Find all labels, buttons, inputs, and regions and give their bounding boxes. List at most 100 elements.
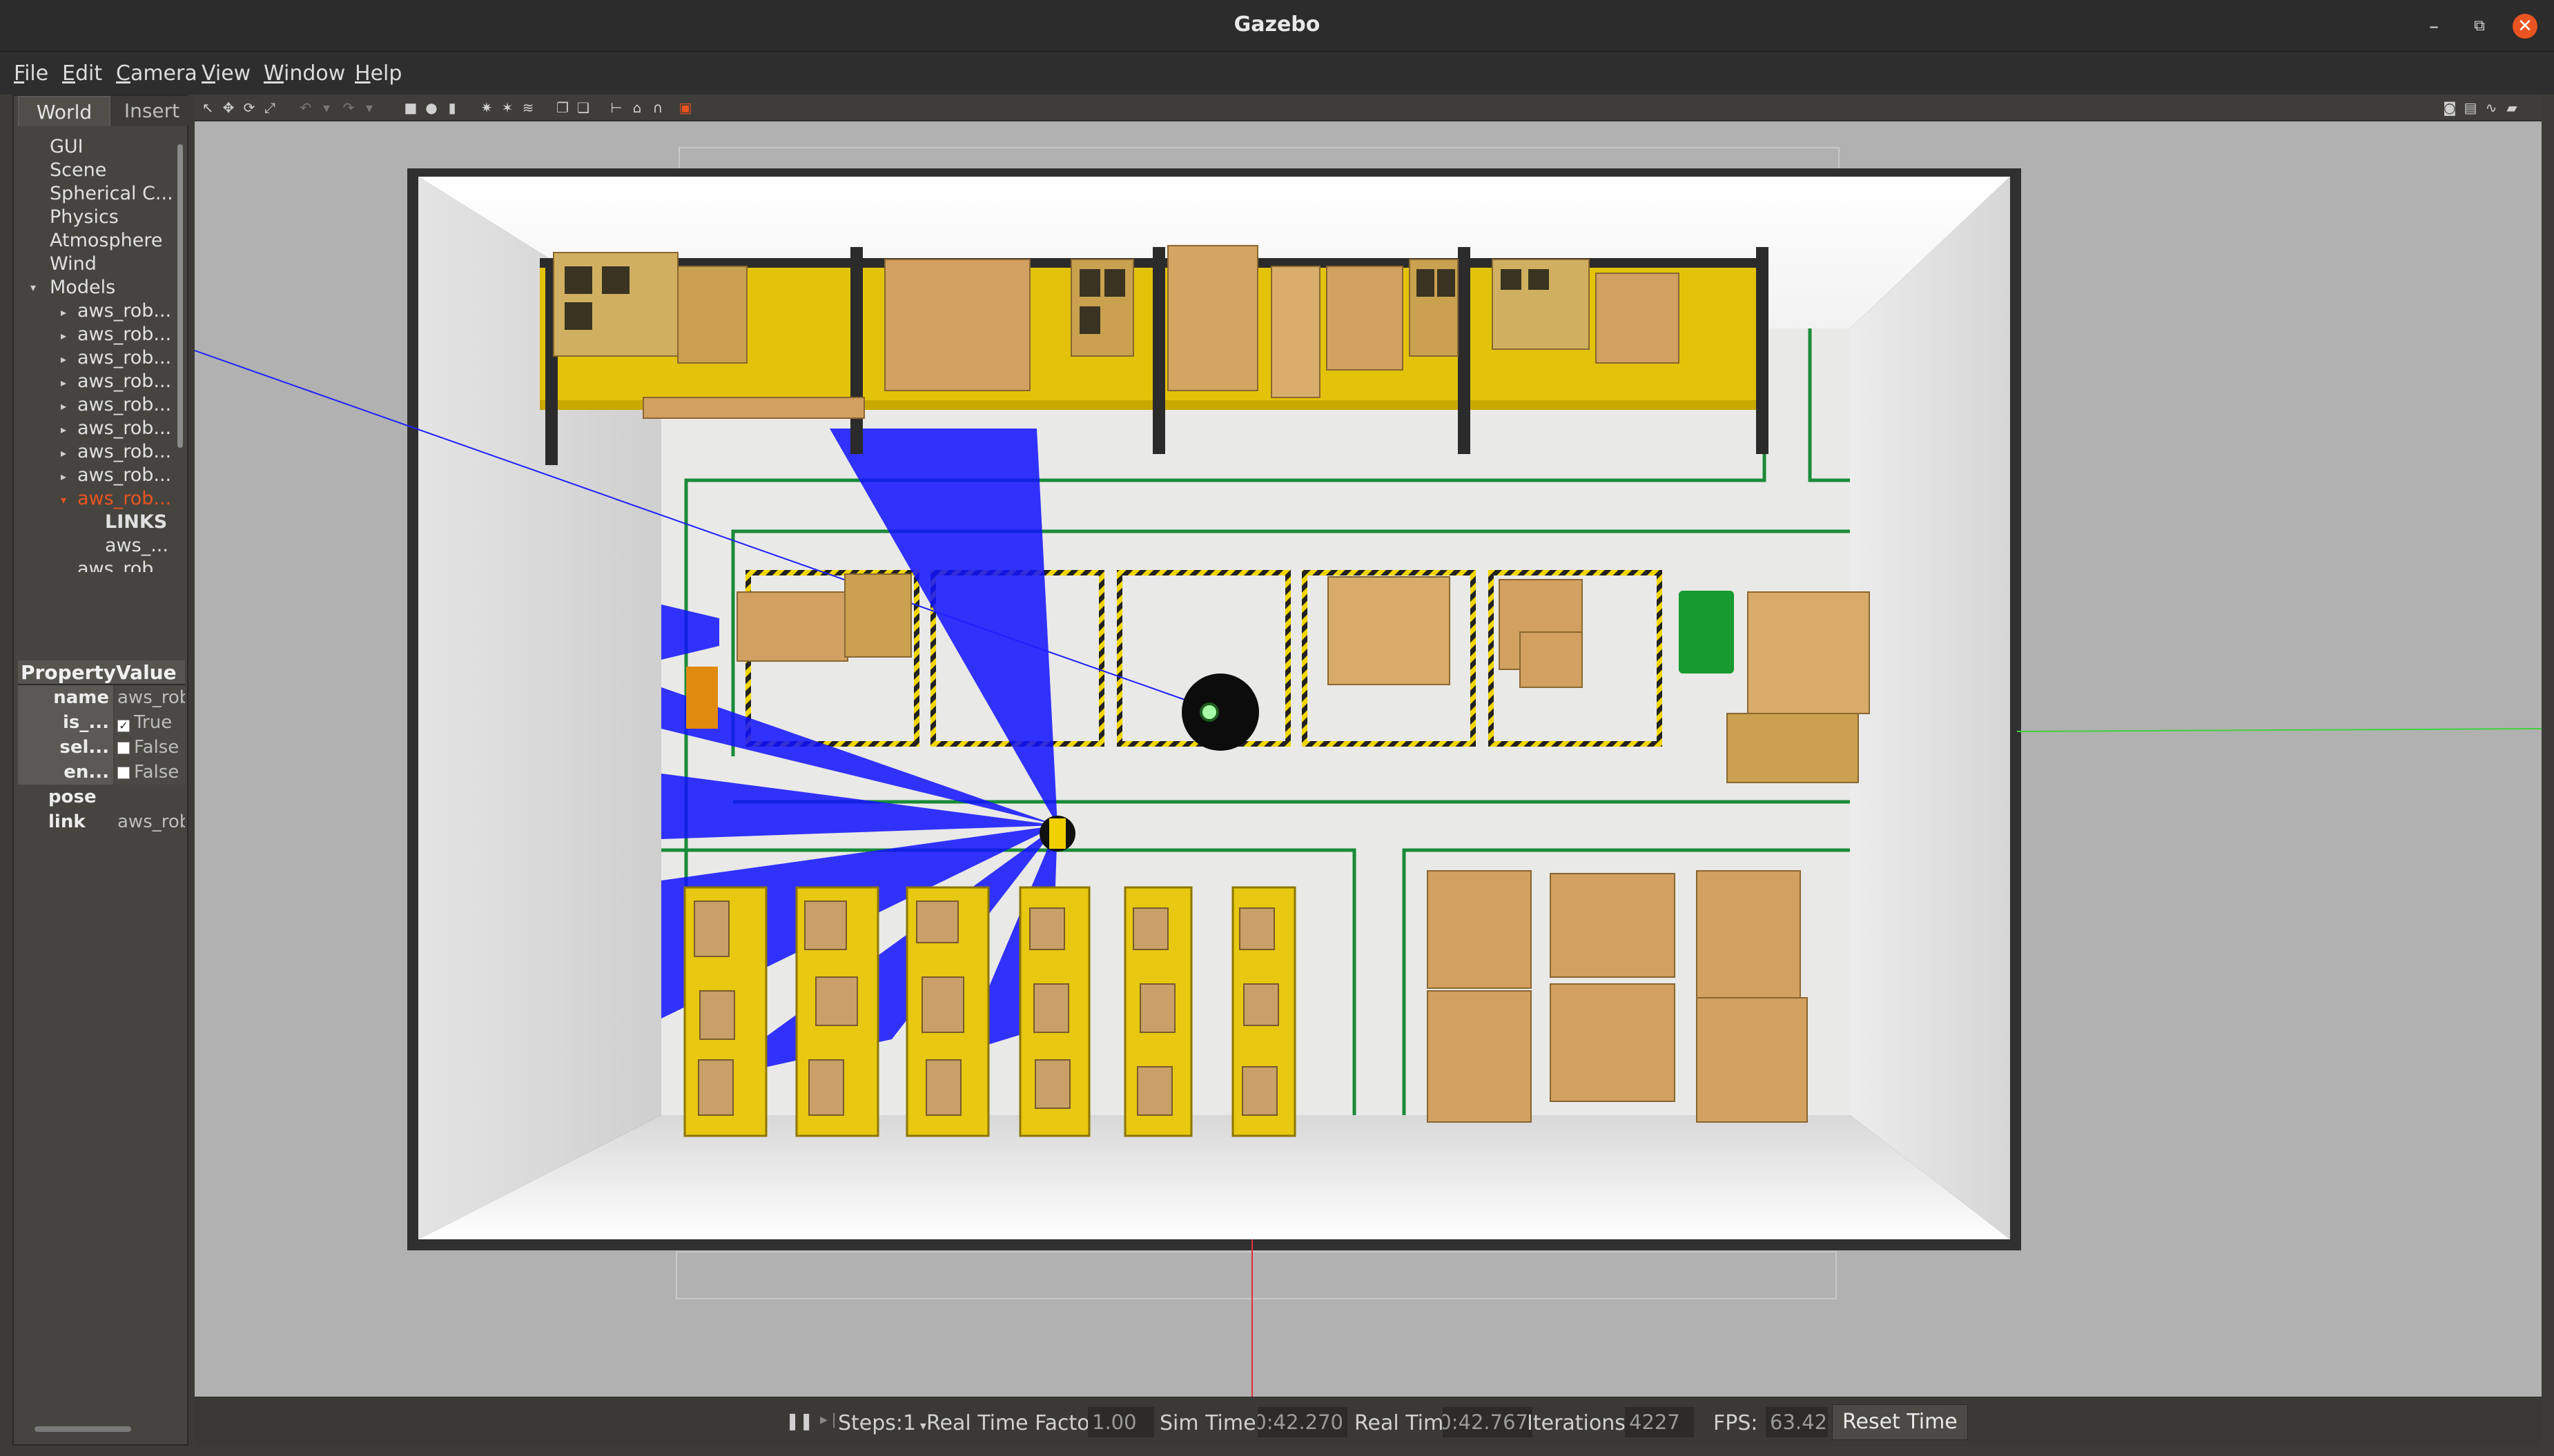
- plot-icon[interactable]: ∿: [2484, 100, 2499, 115]
- iterations-value: 4227: [1625, 1407, 1694, 1437]
- video-record-icon[interactable]: ▰: [2504, 100, 2519, 115]
- expanded-arrow-icon[interactable]: ▾: [61, 493, 66, 506]
- restore-icon[interactable]: ⧉: [2466, 12, 2493, 40]
- real-time-factor-value: 1.00: [1088, 1407, 1154, 1437]
- tree-item-wind[interactable]: Wind: [50, 253, 97, 275]
- collapsed-arrow-icon[interactable]: ▸: [61, 470, 66, 483]
- change-view-icon[interactable]: ▣: [678, 100, 693, 115]
- fps-label: FPS:: [1713, 1411, 1758, 1435]
- tree-item-model[interactable]: aws_rob...: [77, 558, 171, 572]
- collapsed-arrow-icon[interactable]: ▸: [61, 329, 66, 342]
- collapsed-arrow-icon[interactable]: ▸: [61, 400, 66, 413]
- warehouse-scene[interactable]: [195, 121, 2542, 1397]
- tree-item-model[interactable]: aws_rob...: [77, 300, 171, 322]
- property-table: PropertyValue name aws_robo is_... ✓True…: [18, 660, 185, 834]
- property-row-is-static[interactable]: is_... ✓ True: [18, 710, 185, 735]
- spot-light-icon[interactable]: ✶: [500, 100, 515, 115]
- tree-item-model-selected[interactable]: aws_rob...: [77, 488, 171, 509]
- tree-scrollbar[interactable]: [177, 144, 183, 448]
- real-time-value: 0:42.767: [1443, 1407, 1532, 1437]
- steps-label: Steps:1 ▾: [838, 1411, 926, 1435]
- paste-icon[interactable]: ❏: [576, 100, 591, 115]
- left-panel: World Insert GUI Scene Spherical C... Ph…: [12, 95, 193, 1446]
- tree-item-scene[interactable]: Scene: [50, 159, 106, 181]
- tree-item-atmosphere[interactable]: Atmosphere: [50, 230, 162, 251]
- align-icon[interactable]: ⊢: [609, 100, 624, 115]
- redo-icon[interactable]: ↷: [341, 100, 356, 115]
- pause-icon[interactable]: ❚❚: [786, 1411, 813, 1430]
- 3d-viewport[interactable]: [195, 121, 2542, 1397]
- tree-item-links-header: LINKS: [105, 511, 168, 533]
- property-group-link[interactable]: ▸ link aws_robo: [18, 809, 185, 834]
- window-title: Gazebo: [1234, 12, 1320, 37]
- screenshot-icon[interactable]: ◙: [2442, 100, 2457, 115]
- axis-line-green: [2016, 728, 2542, 732]
- sim-time-label: Sim Time:: [1160, 1411, 1263, 1435]
- collapsed-arrow-icon[interactable]: ▸: [61, 306, 66, 319]
- property-row-self-collide[interactable]: sel... False: [18, 735, 185, 760]
- menu-view[interactable]: View: [202, 61, 251, 86]
- rotate-mode-icon[interactable]: ⟳: [242, 100, 257, 115]
- cylinder-shape-icon[interactable]: ▮: [445, 100, 460, 115]
- copy-icon[interactable]: ❐: [555, 100, 570, 115]
- reset-time-button[interactable]: Reset Time: [1832, 1404, 1968, 1440]
- small-robot: [1040, 816, 1075, 852]
- tree-item-models[interactable]: Models: [50, 277, 115, 298]
- collapsed-arrow-icon[interactable]: ▸: [61, 376, 66, 389]
- collapsed-arrow-icon[interactable]: ▸: [61, 353, 66, 366]
- directional-light-icon[interactable]: ≋: [520, 100, 536, 115]
- select-mode-icon[interactable]: ↖: [200, 100, 215, 115]
- redo-history-icon[interactable]: ▾: [362, 100, 377, 115]
- sphere-shape-icon[interactable]: ●: [424, 100, 439, 115]
- log-icon[interactable]: ▤: [2463, 100, 2478, 115]
- property-row-enable-wind[interactable]: en... False: [18, 760, 185, 785]
- magnet-icon[interactable]: ∩: [650, 100, 665, 115]
- tree-item-physics[interactable]: Physics: [50, 206, 119, 228]
- menu-camera[interactable]: Camera: [116, 61, 197, 86]
- collapsed-arrow-icon[interactable]: ▸: [61, 423, 66, 436]
- collapsed-arrow-icon[interactable]: ▸: [61, 446, 66, 460]
- tree-item-spherical-coordinates[interactable]: Spherical C...: [50, 183, 173, 204]
- tree-item-gui[interactable]: GUI: [50, 136, 84, 157]
- tree-item-model[interactable]: aws_rob...: [77, 324, 171, 345]
- status-bar: ❚❚ ▸❘ Steps:1 ▾ Real Time Factor: 1.00 S…: [195, 1397, 2542, 1446]
- point-light-icon[interactable]: ✷: [479, 100, 494, 115]
- undo-icon[interactable]: ↶: [298, 100, 313, 115]
- menu-file[interactable]: File: [14, 61, 48, 86]
- tab-insert[interactable]: Insert: [110, 96, 193, 126]
- close-icon[interactable]: ✕: [2513, 14, 2537, 39]
- box-shape-icon[interactable]: ■: [403, 100, 418, 115]
- tab-world[interactable]: World: [18, 96, 110, 126]
- tree-item-model[interactable]: aws_rob...: [77, 417, 171, 439]
- tree-item-model[interactable]: aws_rob...: [77, 394, 171, 415]
- horizontal-scrollbar[interactable]: [35, 1426, 131, 1432]
- checkbox-unchecked-icon[interactable]: [117, 767, 130, 779]
- minimize-icon[interactable]: –: [2420, 12, 2448, 40]
- tree-item-link[interactable]: aws_...: [105, 535, 168, 556]
- floor-boxes-bottom-right: [1427, 870, 1808, 1123]
- menu-help[interactable]: Help: [355, 61, 402, 86]
- green-station: [1679, 591, 1734, 673]
- orange-cart: [686, 667, 718, 729]
- expanded-arrow-icon[interactable]: ▾: [30, 281, 36, 294]
- menu-edit[interactable]: Edit: [62, 61, 102, 86]
- tree-item-model[interactable]: aws_rob...: [77, 371, 171, 392]
- iterations-label: Iterations:: [1527, 1411, 1632, 1435]
- snap-icon[interactable]: ⌂: [630, 100, 645, 115]
- checkbox-unchecked-icon[interactable]: [117, 742, 130, 754]
- property-group-pose[interactable]: ▸ pose: [18, 785, 185, 809]
- world-tree: GUI Scene Spherical C... Physics Atmosph…: [18, 128, 178, 659]
- front-wall: [418, 1115, 2010, 1239]
- translate-mode-icon[interactable]: ✥: [221, 100, 236, 115]
- scale-mode-icon[interactable]: ⤢: [262, 100, 277, 115]
- menu-bar: File Edit Camera View Window Help: [0, 52, 2554, 95]
- viewport-toolbar: ↖ ✥ ⟳ ⤢ ↶ ▾ ↷ ▾ ■ ● ▮ ✷ ✶ ≋ ❐ ❏ ⊢ ⌂ ∩ ▣ …: [195, 95, 2542, 121]
- checkbox-checked-icon[interactable]: ✓: [117, 720, 130, 732]
- property-row-name[interactable]: name aws_robo: [18, 685, 185, 710]
- undo-history-icon[interactable]: ▾: [319, 100, 334, 115]
- real-time-factor-label: Real Time Factor:: [926, 1411, 1105, 1435]
- tree-item-model[interactable]: aws_rob...: [77, 441, 171, 462]
- tree-item-model[interactable]: aws_rob...: [77, 464, 171, 486]
- tree-item-model[interactable]: aws_rob...: [77, 347, 171, 368]
- menu-window[interactable]: Window: [264, 61, 345, 86]
